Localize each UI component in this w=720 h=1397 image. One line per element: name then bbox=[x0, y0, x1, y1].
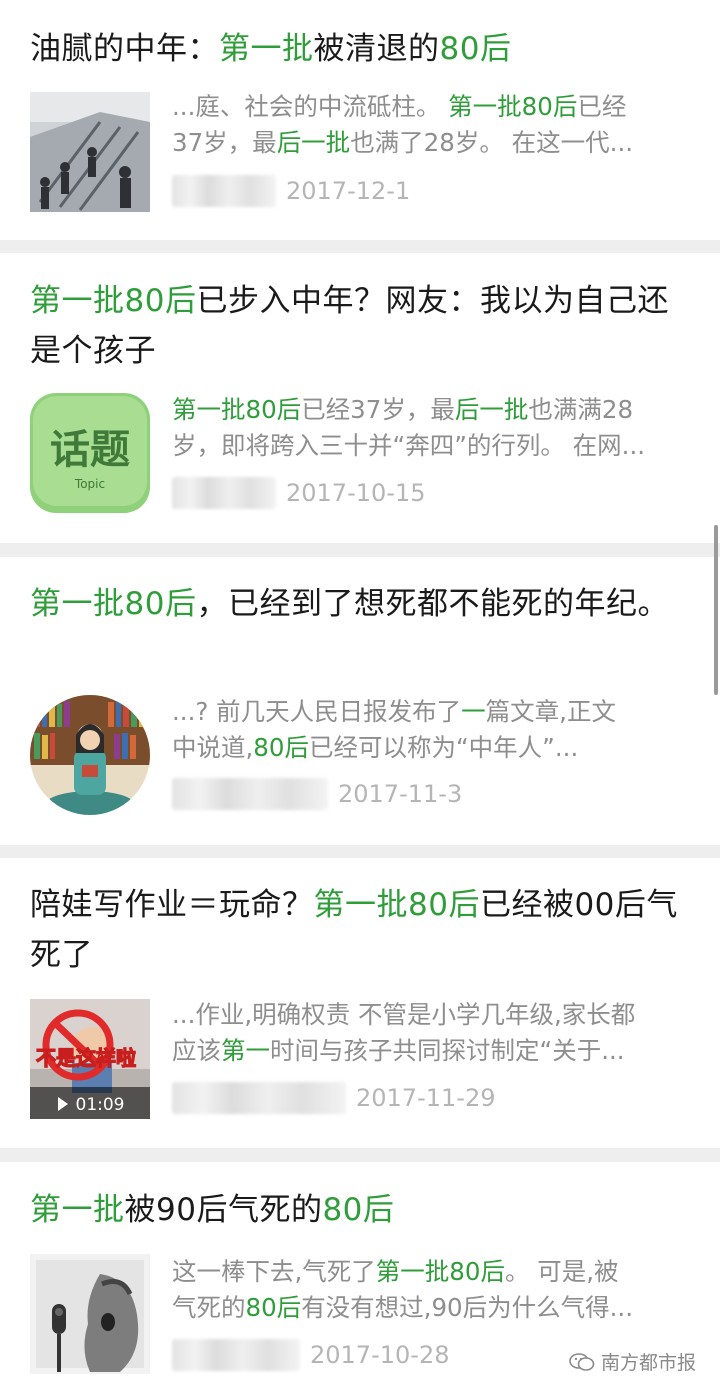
article-date: 2017-10-15 bbox=[286, 479, 426, 507]
snippet-line: ...庭、社会的中流砥柱。 第一批80后已经 bbox=[172, 89, 690, 125]
highlight-text: 一 bbox=[461, 697, 486, 726]
topic-label: 话题 bbox=[50, 426, 130, 473]
topic-sublabel: Topic bbox=[74, 477, 105, 491]
snippet-line: 中说道,80后已经可以称为“中年人”... bbox=[172, 730, 690, 766]
article-snippet: ...? 前几天人民日报发布了一篇文章,正文 中说道,80后已经可以称为“中年人”… bbox=[172, 694, 690, 766]
article-snippet: 这一棒下去,气死了第一批80后。 可是,被 气死的80后有没有想过,90后为什么气… bbox=[172, 1254, 690, 1326]
blurred-source bbox=[172, 1339, 300, 1371]
text-segment: 应该 bbox=[172, 1036, 221, 1065]
text-segment: ...作业,明确权责 不管是小学几年级,家长都 bbox=[172, 1000, 636, 1029]
article-title[interactable]: 第一批80后已步入中年？网友：我以为自己还是个孩子 bbox=[30, 276, 680, 376]
article-title[interactable]: 陪娃写作业＝玩命？第一批80后已经被00后气死了 bbox=[30, 880, 680, 980]
article-meta: 2017-11-29 bbox=[172, 1081, 495, 1115]
article-snippet: 第一批80后已经37岁，最后一批也满满28 岁，即将跨入三十并“奔四”的行列。 在… bbox=[172, 392, 690, 464]
highlight-text: 第一批80后 bbox=[30, 586, 197, 622]
article-date: 2017-11-3 bbox=[338, 780, 463, 808]
highlight-text: 第一批 bbox=[219, 31, 314, 67]
text-segment: 油腻的中年： bbox=[30, 31, 219, 67]
text-segment: 岁，即将跨入三十并“奔四”的行列。 在网... bbox=[172, 431, 646, 460]
snippet-line: 第一批80后已经37岁，最后一批也满满28 bbox=[172, 392, 690, 428]
highlight-text: 80后 bbox=[253, 733, 309, 762]
video-duration: 01:09 bbox=[76, 1095, 125, 1115]
highlight-text: 第一批80后 bbox=[448, 92, 578, 121]
snippet-line: 这一棒下去,气死了第一批80后。 可是,被 bbox=[172, 1254, 690, 1290]
text-segment: 37岁，最 bbox=[172, 128, 277, 157]
highlight-text: 第一批80后 bbox=[313, 887, 480, 923]
card-separator bbox=[0, 845, 720, 858]
highlight-text: 后一批 bbox=[454, 395, 529, 424]
article-title[interactable]: 油腻的中年：第一批被清退的80后 bbox=[30, 24, 680, 74]
article-meta: 2017-10-28 bbox=[172, 1338, 449, 1372]
article-snippet: ...庭、社会的中流砥柱。 第一批80后已经 37岁，最后一批也满了28岁。 在这… bbox=[172, 89, 690, 161]
wechat-icon bbox=[569, 1352, 595, 1372]
snippet-line: 37岁，最后一批也满了28岁。 在这一代... bbox=[172, 125, 690, 161]
watermark: 南方都市报 bbox=[569, 1348, 696, 1375]
blurred-source bbox=[172, 477, 276, 509]
article-title[interactable]: 第一批被90后气死的80后 bbox=[30, 1185, 680, 1235]
article-title[interactable]: 第一批80后，已经到了想死都不能死的年纪。 bbox=[30, 579, 680, 679]
snippet-line: 应该第一时间与孩子共同探讨制定“关于... bbox=[172, 1033, 690, 1069]
highlight-text: 第一批80后 bbox=[375, 1257, 505, 1286]
text-segment: 有没有想过,90后为什么气得... bbox=[301, 1293, 634, 1322]
article-thumbnail[interactable]: 不是这样啦 01:09 bbox=[30, 999, 150, 1119]
text-segment: 已经37岁，最 bbox=[301, 395, 455, 424]
snippet-line: ...作业,明确权责 不管是小学几年级,家长都 bbox=[172, 997, 690, 1033]
article-date: 2017-10-28 bbox=[310, 1341, 450, 1369]
highlight-text: 后一批 bbox=[276, 128, 351, 157]
snippet-line: 岁，即将跨入三十并“奔四”的行列。 在网... bbox=[172, 428, 690, 464]
highlight-text: 第一批 bbox=[30, 1192, 125, 1228]
article-date: 2017-11-29 bbox=[356, 1084, 496, 1112]
snippet-line: ...? 前几天人民日报发布了一篇文章,正文 bbox=[172, 694, 690, 730]
text-segment: 陪娃写作业＝玩命？ bbox=[30, 887, 314, 923]
blurred-source bbox=[172, 175, 276, 207]
article-thumbnail[interactable] bbox=[30, 92, 150, 212]
text-segment: 这一棒下去,气死了 bbox=[172, 1257, 376, 1286]
article-date: 2017-12-1 bbox=[286, 177, 411, 205]
snippet-line: 气死的80后有没有想过,90后为什么气得... bbox=[172, 1290, 690, 1326]
card-separator bbox=[0, 240, 720, 253]
highlight-text: 第一批80后 bbox=[172, 395, 302, 424]
article-thumbnail[interactable] bbox=[30, 1254, 150, 1374]
text-segment: 。 可是,被 bbox=[504, 1257, 619, 1286]
text-segment: 也满满28 bbox=[528, 395, 634, 424]
text-segment: ...? 前几天人民日报发布了 bbox=[172, 697, 462, 726]
text-segment: 已经 bbox=[577, 92, 627, 121]
highlight-text: 第一 bbox=[221, 1036, 270, 1065]
text-segment: 被90后气死的 bbox=[124, 1192, 323, 1228]
highlight-text: 80后 bbox=[439, 31, 512, 67]
scrollbar[interactable] bbox=[714, 525, 718, 695]
text-segment: ...庭、社会的中流砥柱。 bbox=[172, 92, 449, 121]
card-separator bbox=[0, 543, 720, 557]
text-segment: 时间与孩子共同探讨制定“关于... bbox=[270, 1036, 625, 1065]
highlight-text: 第一批80后 bbox=[30, 283, 197, 319]
text-segment: 已经可以称为“中年人”... bbox=[308, 733, 579, 762]
blurred-source bbox=[172, 778, 328, 810]
card-separator bbox=[0, 1148, 720, 1162]
text-segment: ，已经到了想死都不能死的年纪。 bbox=[196, 586, 669, 622]
text-segment: 也满了28岁。 在这一代... bbox=[350, 128, 634, 157]
text-segment: 篇文章,正文 bbox=[485, 697, 616, 726]
article-thumbnail[interactable]: 话题 Topic bbox=[30, 393, 150, 513]
video-caption: 不是这样啦 bbox=[36, 1046, 136, 1070]
article-meta: 2017-10-15 bbox=[172, 476, 425, 510]
highlight-text: 80后 bbox=[245, 1293, 302, 1322]
article-meta: 2017-11-3 bbox=[172, 777, 462, 811]
highlight-text: 80后 bbox=[322, 1192, 395, 1228]
article-meta: 2017-12-1 bbox=[172, 174, 410, 208]
text-segment: 中说道, bbox=[172, 733, 254, 762]
article-thumbnail[interactable] bbox=[30, 695, 150, 815]
blurred-source bbox=[172, 1082, 346, 1114]
text-segment: 气死的 bbox=[172, 1293, 246, 1322]
watermark-text: 南方都市报 bbox=[600, 1352, 696, 1374]
article-snippet: ...作业,明确权责 不管是小学几年级,家长都 应该第一时间与孩子共同探讨制定“关… bbox=[172, 997, 690, 1069]
text-segment: 被清退的 bbox=[313, 31, 440, 67]
